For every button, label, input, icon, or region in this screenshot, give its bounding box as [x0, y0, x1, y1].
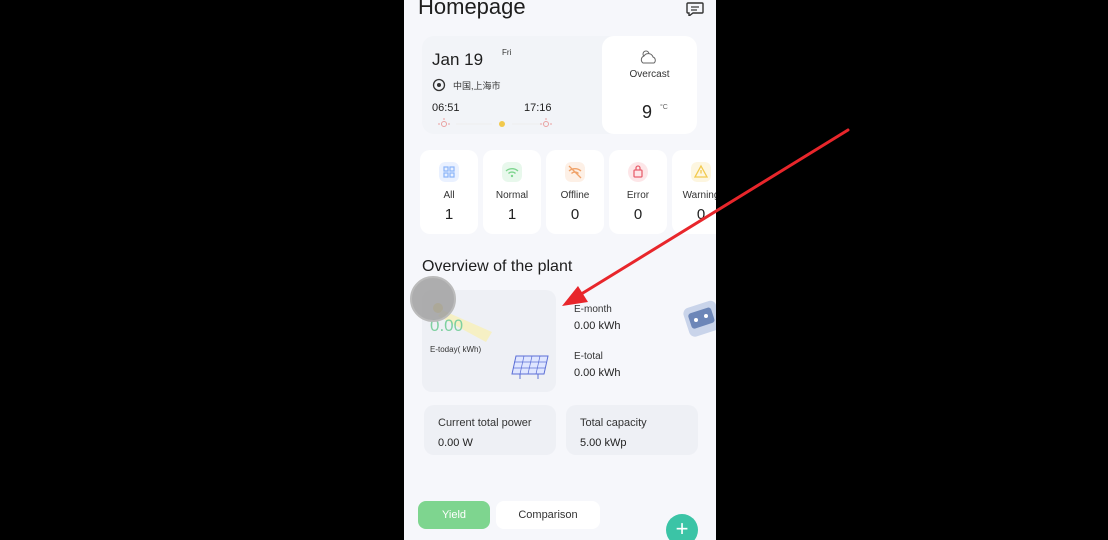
annotation-arrow-icon: [562, 128, 850, 306]
